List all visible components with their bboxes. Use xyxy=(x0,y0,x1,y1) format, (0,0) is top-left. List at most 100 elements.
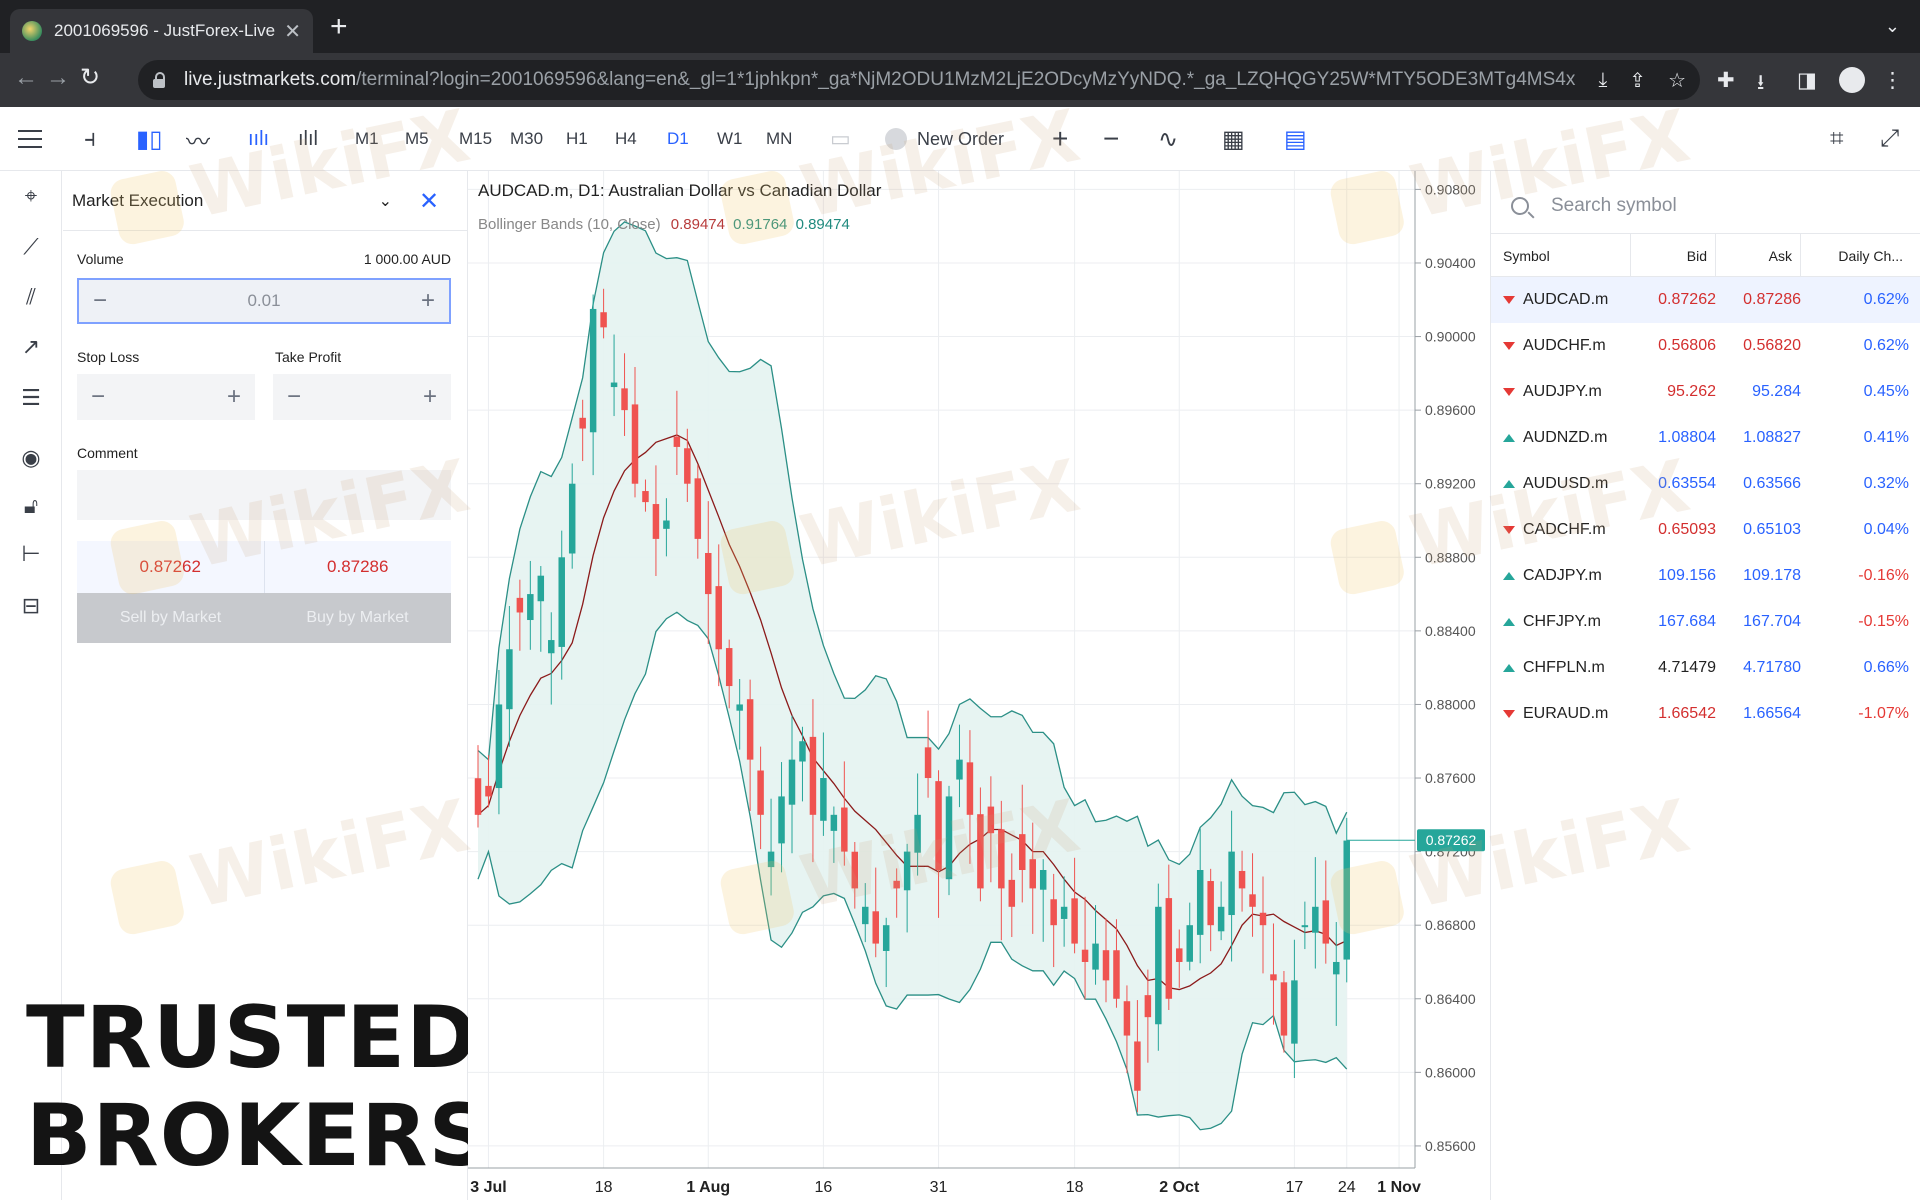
stop-loss-minus-button[interactable]: − xyxy=(91,383,105,411)
line-chart-type-icon[interactable]: 〰 xyxy=(186,107,210,171)
delete-drawings-icon[interactable]: ⊟ xyxy=(14,589,48,623)
take-profit-plus-button[interactable]: + xyxy=(423,383,437,411)
fullscreen-icon[interactable]: ⤢ xyxy=(1880,107,1899,171)
comment-input[interactable] xyxy=(77,470,451,520)
y-tick-label: 0.89200 xyxy=(1425,476,1476,492)
watchlist-row[interactable]: AUDCAD.m 0.87262 0.87286 0.62% xyxy=(1491,277,1920,323)
indicators-icon[interactable]: ∿ xyxy=(1158,107,1178,171)
candlestick-chart-type-icon[interactable]: ▮▯ xyxy=(136,107,162,171)
symbol-search[interactable]: Search symbol xyxy=(1511,186,1901,226)
trusted-brokers-logo: TRUSTED BROKERS xyxy=(26,995,490,1179)
watchlist-row[interactable]: EURAUD.m 1.66542 1.66564 -1.07% xyxy=(1491,691,1920,737)
downloads-icon[interactable]: ⭳ xyxy=(1757,68,1764,103)
main-menu-button[interactable] xyxy=(18,107,42,171)
take-profit-stepper[interactable]: − + xyxy=(273,374,451,420)
timeframe-h1[interactable]: H1 xyxy=(566,129,588,149)
candle-body xyxy=(684,448,691,484)
profile-avatar[interactable] xyxy=(1839,67,1865,93)
object-tree-icon[interactable]: ⊢ xyxy=(14,537,48,571)
volume-bars-icon[interactable]: ılıl xyxy=(298,107,318,171)
watchlist-row[interactable]: CHFJPY.m 167.684 167.704 -0.15% xyxy=(1491,599,1920,645)
execution-type-select[interactable]: Market Execution ⌄ xyxy=(72,171,402,231)
trend-line-icon[interactable]: ⟋ xyxy=(14,230,48,264)
volume-plus-button[interactable]: + xyxy=(421,287,435,315)
candle-body xyxy=(788,759,796,805)
reload-icon[interactable]: ↻ xyxy=(80,66,100,90)
side-panel-icon[interactable]: ◨ xyxy=(1797,68,1817,93)
timeframe-mn[interactable]: MN xyxy=(766,129,792,149)
col-daily-change[interactable]: Daily Ch... xyxy=(1801,234,1909,278)
address-bar[interactable]: live.justmarkets.com/terminal?login=2001… xyxy=(138,60,1700,100)
install-app-icon[interactable]: ⤓ xyxy=(1598,69,1607,92)
watchlist-row[interactable]: CADCHF.m 0.65093 0.65103 0.04% xyxy=(1491,507,1920,553)
price-chart[interactable]: 0.90800 0.90400 0.90000 0.89600 0.89200 0.888… xyxy=(468,171,1488,1200)
candle-body xyxy=(1333,961,1340,975)
watchlist-row[interactable]: AUDCHF.m 0.56806 0.56820 0.62% xyxy=(1491,323,1920,369)
zoom-out-button[interactable]: − xyxy=(1103,107,1119,171)
watchlist-row[interactable]: AUDNZD.m 1.08804 1.08827 0.41% xyxy=(1491,415,1920,461)
bookmark-star-icon[interactable]: ☆ xyxy=(1668,68,1686,93)
candle-body xyxy=(799,741,806,762)
forward-icon[interactable]: → xyxy=(46,66,70,90)
timeframe-m15[interactable]: M15 xyxy=(459,129,492,149)
ray-icon[interactable]: ↗ xyxy=(14,330,48,364)
bid-price: 4.71479 xyxy=(1658,659,1716,676)
col-symbol[interactable]: Symbol xyxy=(1491,234,1631,278)
volume-ticks-icon[interactable]: ıılı xyxy=(248,107,269,171)
screenshot-icon[interactable]: ⌗ xyxy=(1830,107,1844,171)
extensions-icon[interactable]: ✚ xyxy=(1717,68,1735,93)
new-order-button[interactable]: New Order xyxy=(885,107,1004,171)
fibonacci-icon[interactable]: ☰ xyxy=(14,381,48,415)
browser-tab[interactable]: 2001069596 - JustForex-Live ✕ xyxy=(10,9,313,53)
watchlist-row[interactable]: CADJPY.m 109.156 109.178 -0.16% xyxy=(1491,553,1920,599)
bid-price: 109.156 xyxy=(1658,567,1716,584)
bar-chart-type-icon[interactable]: ⫞ xyxy=(84,107,96,171)
zoom-in-button[interactable]: + xyxy=(1052,107,1068,171)
watchlist-row[interactable]: AUDJPY.m 95.262 95.284 0.45% xyxy=(1491,369,1920,415)
eye-icon[interactable]: ◉ xyxy=(14,441,48,475)
close-tab-icon[interactable]: ✕ xyxy=(284,19,301,44)
chart-canvas[interactable]: 0.90800 0.90400 0.90000 0.89600 0.89200 0.888… xyxy=(468,171,1488,1200)
watchlist-row[interactable]: CHFPLN.m 4.71479 4.71780 0.66% xyxy=(1491,645,1920,691)
timeframe-m1[interactable]: M1 xyxy=(355,129,379,149)
candle-body xyxy=(736,704,743,711)
stop-loss-stepper[interactable]: − + xyxy=(77,374,255,420)
timeframe-m5[interactable]: M5 xyxy=(405,129,429,149)
new-tab-button[interactable]: + xyxy=(330,12,348,42)
lock-drawings-icon[interactable]: 🔓︎ xyxy=(14,489,48,523)
back-icon[interactable]: ← xyxy=(14,66,38,90)
tab-search-icon[interactable]: ⌄ xyxy=(1885,16,1900,37)
channel-icon[interactable]: ⫽ xyxy=(14,280,48,314)
timeframe-h4[interactable]: H4 xyxy=(615,129,637,149)
share-icon[interactable]: ⇪ xyxy=(1629,68,1646,93)
last-price-label: 0.87262 xyxy=(1426,832,1477,848)
candle-body xyxy=(725,648,733,687)
candle-body xyxy=(851,851,859,889)
candle-body xyxy=(767,851,775,868)
col-bid[interactable]: Bid xyxy=(1631,234,1716,278)
sell-price: 0.87262 xyxy=(77,541,265,593)
volume-stepper[interactable]: − 0.01 + xyxy=(77,278,451,324)
take-profit-minus-button[interactable]: − xyxy=(287,383,301,411)
stop-loss-plus-button[interactable]: + xyxy=(227,383,241,411)
market-buttons: Sell by Market Buy by Market xyxy=(77,593,451,643)
col-ask[interactable]: Ask xyxy=(1716,234,1801,278)
watchlist-row[interactable]: AUDUSD.m 0.63554 0.63566 0.32% xyxy=(1491,461,1920,507)
buy-by-market-button[interactable]: Buy by Market xyxy=(264,593,451,643)
volume-minus-button[interactable]: − xyxy=(93,287,107,315)
timeframe-w1[interactable]: W1 xyxy=(717,129,743,149)
close-panel-icon[interactable]: ✕ xyxy=(413,185,445,217)
one-click-trading-icon[interactable]: ▭ xyxy=(830,107,851,171)
templates-icon[interactable]: ▤ xyxy=(1284,107,1307,171)
crosshair-icon[interactable]: ⌖ xyxy=(14,179,48,213)
y-tick-label: 0.85600 xyxy=(1425,1138,1476,1154)
candle-body xyxy=(600,312,607,328)
calendar-icon[interactable]: ▦ xyxy=(1222,107,1245,171)
browser-menu-icon[interactable]: ⋮ xyxy=(1882,68,1903,93)
volume-input[interactable]: 0.01 xyxy=(247,291,280,311)
timeframe-d1[interactable]: D1 xyxy=(667,129,689,149)
candle-body xyxy=(1134,1041,1141,1091)
timeframe-m30[interactable]: M30 xyxy=(510,129,543,149)
candle-body xyxy=(474,778,482,815)
sell-by-market-button[interactable]: Sell by Market xyxy=(77,593,264,643)
